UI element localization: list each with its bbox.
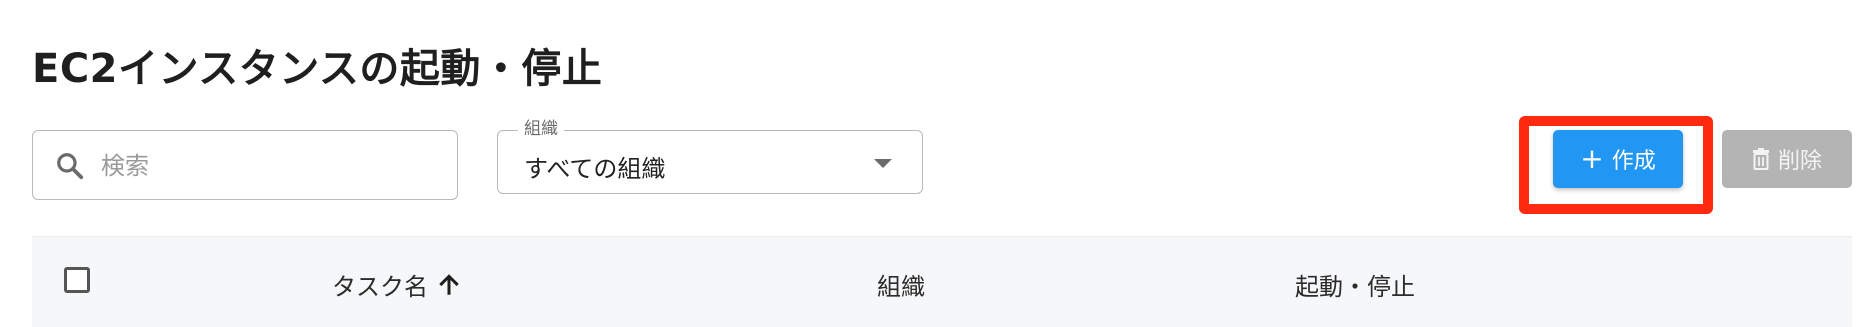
delete-button[interactable]: 削除 (1722, 130, 1852, 188)
search-input[interactable] (99, 143, 443, 189)
chevron-down-icon[interactable] (874, 159, 892, 168)
column-header-task-name-label: タスク名 (332, 273, 428, 301)
select-all-checkbox[interactable] (64, 267, 90, 293)
page-title: EC2インスタンスの起動・停止 (32, 46, 603, 92)
column-header-start-stop[interactable]: 起動・停止 (1295, 267, 1415, 302)
organization-select-value: すべての組織 (524, 155, 666, 183)
search-icon (57, 153, 84, 180)
delete-button-label: 削除 (1777, 149, 1822, 174)
column-header-task-name[interactable]: タスク名 (332, 267, 462, 302)
table-header: タスク名 組織 起動・停止 (32, 236, 1852, 327)
plus-icon: + (1580, 142, 1604, 175)
create-button[interactable]: + 作成 (1553, 130, 1683, 188)
column-header-organization[interactable]: 組織 (877, 267, 925, 302)
organization-select-label: 組織 (518, 118, 564, 140)
arrow-up-icon[interactable] (436, 272, 462, 298)
trash-icon (1752, 148, 1769, 170)
create-button-label: 作成 (1611, 149, 1656, 174)
search-field[interactable] (32, 130, 458, 200)
organization-select[interactable]: 組織 すべての組織 (497, 118, 923, 194)
